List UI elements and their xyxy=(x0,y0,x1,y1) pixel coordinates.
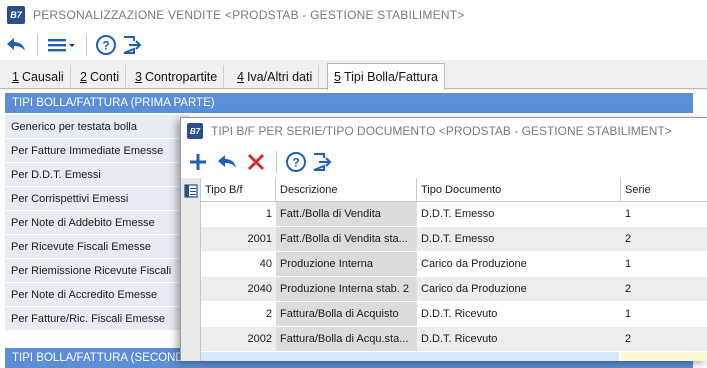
help-button[interactable]: ? xyxy=(95,32,117,58)
tab-label: Tipi Bolla/Fattura xyxy=(343,70,438,84)
section-header-prima-parte: TIPI BOLLA/FATTURA (PRIMA PARTE) xyxy=(5,93,693,113)
tab-label: Causali xyxy=(21,70,64,84)
main-window: B7 PERSONALIZZAZIONE VENDITE <PRODSTAB -… xyxy=(0,0,707,368)
list-item[interactable]: Per Corrispettivi Emessi xyxy=(5,187,189,211)
window-title: PERSONALIZZAZIONE VENDITE <PRODSTAB - GE… xyxy=(33,8,465,22)
tab-label: Contropartite xyxy=(144,70,218,84)
tab-tipi-bolla-fattura[interactable]: 5 Tipi Bolla/Fattura xyxy=(327,63,445,90)
list-item[interactable]: Per Riemissione Ricevute Fiscali xyxy=(5,259,189,283)
menu-icon xyxy=(48,39,75,52)
tab-key: 2 xyxy=(80,70,87,84)
list-item[interactable]: Per Fatture/Ric. Fiscali Emesse xyxy=(5,307,189,331)
dialog-toolbar: ? xyxy=(181,148,707,176)
dialog-exit-button[interactable] xyxy=(311,149,333,175)
add-icon xyxy=(190,154,206,170)
cell-tipo[interactable]: 1 xyxy=(201,202,276,227)
undo-button[interactable] xyxy=(216,149,238,175)
tab-key: 5 xyxy=(334,70,341,84)
dialog-titlebar: B7 TIPI B/F PER SERIE/TIPO DOCUMENTO <PR… xyxy=(181,118,707,144)
tab-causali[interactable]: 1 Causali xyxy=(6,65,71,89)
undo-icon xyxy=(218,155,236,168)
cell-descrizione[interactable]: Fattura/Bolla di Acqu.sta... xyxy=(276,327,417,352)
cell-descrizione[interactable]: Produzione Interna xyxy=(276,252,417,277)
column-header-serie[interactable]: Serie xyxy=(621,178,707,202)
cell-tipo-documento[interactable]: D.D.T. Emesso xyxy=(417,202,621,227)
cell-serie[interactable]: 1 xyxy=(621,302,707,327)
tab-key: 4 xyxy=(237,70,244,84)
tab-contropartite[interactable]: 3 Contropartite xyxy=(129,65,225,89)
cell-serie[interactable]: 2 xyxy=(621,327,707,352)
tab-bar: 1 Causali 2 Conti 3 Contropartite 4 Iva/Altr… xyxy=(0,63,707,90)
cell-tipo-documento[interactable]: D.D.T. Ricevuto xyxy=(417,327,621,352)
cell-tipo[interactable]: 2040 xyxy=(201,277,276,302)
exit-icon xyxy=(313,153,332,171)
list-item[interactable]: Per D.D.T. Emessi xyxy=(5,163,189,187)
back-arrow-icon xyxy=(7,38,25,51)
exit-icon xyxy=(123,36,142,54)
dialog-title: TIPI B/F PER SERIE/TIPO DOCUMENTO <PRODS… xyxy=(211,124,672,138)
cell-tipo[interactable]: 2001 xyxy=(201,227,276,252)
list-item[interactable]: Per Note di Accredito Emesse xyxy=(5,283,189,307)
list-item[interactable]: Per Note di Addebito Emesse xyxy=(5,211,189,235)
svg-text:?: ? xyxy=(102,39,109,53)
cell-tipo[interactable]: 2 xyxy=(201,302,276,327)
toolbar-separator xyxy=(37,34,38,56)
cell-descrizione[interactable]: Fatt./Bolla di Vendita xyxy=(276,202,417,227)
app-logo: B7 xyxy=(7,6,25,24)
grid-row-selector[interactable] xyxy=(181,178,201,361)
cell-tipo[interactable]: 40 xyxy=(201,252,276,277)
tab-key: 3 xyxy=(135,70,142,84)
delete-button[interactable] xyxy=(246,149,266,175)
cell-serie[interactable]: 2 xyxy=(621,277,707,302)
list-item[interactable]: Generico per testata bolla xyxy=(5,115,189,139)
tab-conti[interactable]: 2 Conti xyxy=(74,65,127,89)
list-item[interactable]: Per Ricevute Fiscali Emesse xyxy=(5,235,189,259)
cell-tipo-documento[interactable]: Carico da Produzione xyxy=(417,277,621,302)
dialog-logo: B7 xyxy=(187,123,203,139)
toolbar-separator xyxy=(276,151,277,173)
cell-descrizione[interactable]: Produzione Interna stab. 2 xyxy=(276,277,417,302)
window-titlebar: B7 PERSONALIZZAZIONE VENDITE <PRODSTAB -… xyxy=(0,0,707,30)
svg-text:?: ? xyxy=(292,156,299,170)
add-button[interactable] xyxy=(188,149,208,175)
grid-settings-icon[interactable] xyxy=(184,184,198,198)
cell-tipo-documento[interactable]: D.D.T. Emesso xyxy=(417,227,621,252)
column-header-tipo-bf[interactable]: Tipo B/f xyxy=(201,178,276,202)
cell-tipo-documento[interactable]: D.D.T. Ricevuto xyxy=(417,302,621,327)
cell-tipo-documento[interactable]: Carico da Produzione xyxy=(417,252,621,277)
cell-tipo[interactable]: 2002 xyxy=(201,327,276,352)
tipi-bf-grid: Tipo B/f Descrizione Tipo Documento Seri… xyxy=(181,178,707,361)
back-button[interactable] xyxy=(5,32,27,58)
column-header-tipo-documento[interactable]: Tipo Documento xyxy=(417,178,621,202)
tab-label: Iva/Altri dati xyxy=(246,70,313,84)
dialog-help-button[interactable]: ? xyxy=(285,149,307,175)
tab-key: 1 xyxy=(12,70,19,84)
column-header-descrizione[interactable]: Descrizione xyxy=(276,178,417,202)
cell-serie[interactable]: 1 xyxy=(621,202,707,227)
exit-button[interactable] xyxy=(121,32,143,58)
toolbar-separator xyxy=(86,34,87,56)
tab-iva-altri-dati[interactable]: 4 Iva/Altri dati xyxy=(231,65,320,89)
list-item[interactable]: Per Fatture Immediate Emesse xyxy=(5,139,189,163)
delete-icon xyxy=(247,153,265,171)
help-icon: ? xyxy=(96,35,116,55)
tab-label: Conti xyxy=(89,70,120,84)
cell-descrizione[interactable]: Fattura/Bolla di Acquisto xyxy=(276,302,417,327)
menu-button[interactable] xyxy=(46,32,76,58)
cell-descrizione[interactable]: Fatt./Bolla di Vendita sta... xyxy=(276,227,417,252)
cell-serie[interactable]: 1 xyxy=(621,252,707,277)
tipi-bf-dialog: B7 TIPI B/F PER SERIE/TIPO DOCUMENTO <PR… xyxy=(180,117,707,361)
help-icon: ? xyxy=(286,152,306,172)
main-toolbar: ? xyxy=(0,30,707,60)
cell-serie[interactable]: 2 xyxy=(621,227,707,252)
